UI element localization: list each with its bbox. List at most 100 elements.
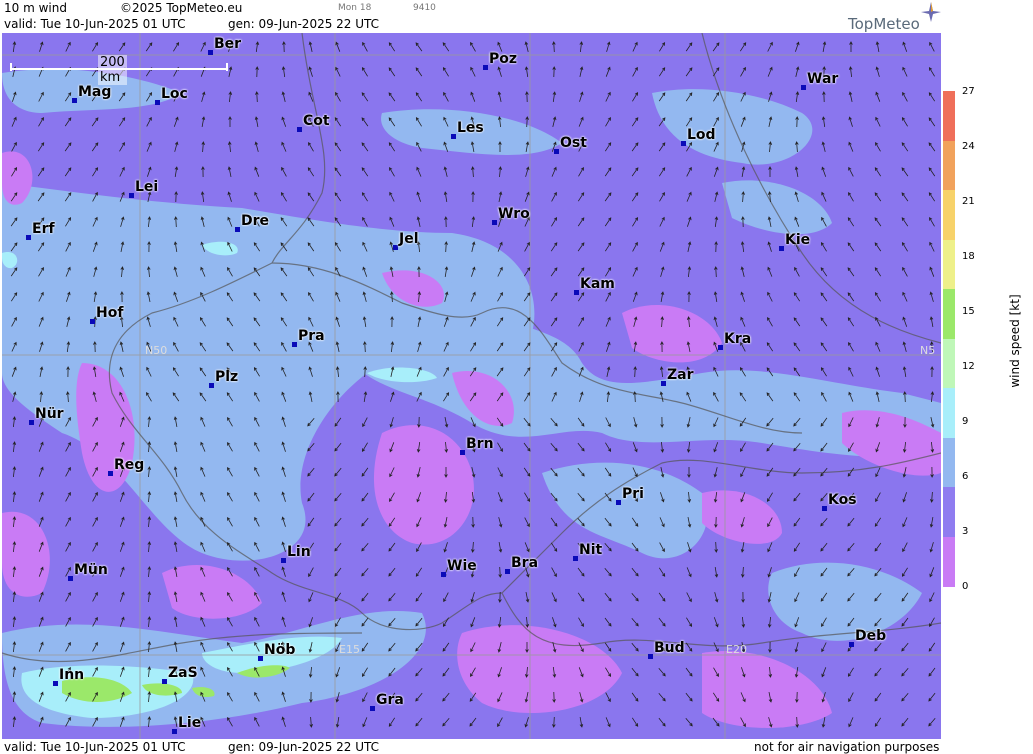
city-label: Bud: [654, 640, 685, 656]
city-label: Les: [457, 120, 484, 136]
city-label: Pri: [622, 486, 644, 502]
city-marker: [681, 141, 686, 146]
code-label: 9410: [413, 3, 436, 13]
city-marker: [370, 706, 375, 711]
city-label: Ost: [560, 135, 587, 151]
city-label: Bra: [511, 555, 539, 571]
city-marker: [208, 50, 213, 55]
city-marker: [26, 235, 31, 240]
city-marker: [460, 450, 465, 455]
grid-label-e15: E15: [339, 643, 360, 656]
city-label: Cot: [303, 113, 330, 129]
city-marker: [172, 729, 177, 734]
city-label: Deb: [855, 628, 887, 644]
city-label: Lie: [178, 715, 202, 731]
city-label: Gra: [376, 692, 404, 708]
city-label: Kos: [828, 492, 857, 508]
city-label: Reg: [114, 457, 145, 473]
scale-label: 200 km: [98, 55, 127, 85]
city-marker: [483, 65, 488, 70]
legend-tick-label: 18: [962, 251, 975, 262]
generation-time: gen: 09-Jun-2025 22 UTC: [228, 17, 380, 31]
city-label: Hof: [96, 305, 124, 321]
city-marker: [554, 149, 559, 154]
legend-tick-label: 0: [962, 581, 969, 592]
city-marker: [849, 642, 854, 647]
city-marker: [162, 679, 167, 684]
city-marker: [235, 227, 240, 232]
legend-tick-label: 15: [962, 306, 975, 317]
city-label: Mag: [78, 84, 112, 100]
copyright: ©2025 TopMeteo.eu: [120, 1, 243, 15]
city-marker: [209, 383, 214, 388]
grid-label-e20: E20: [726, 643, 747, 656]
city-marker: [616, 500, 621, 505]
city-marker: [779, 246, 784, 251]
city-label: Nit: [579, 542, 603, 558]
city-marker: [451, 134, 456, 139]
city-label: Wro: [498, 206, 530, 222]
legend-color-segment: [943, 388, 955, 438]
city-label: Ber: [214, 36, 242, 52]
city-label: Inn: [59, 667, 85, 683]
city-label: Kie: [785, 232, 811, 248]
city-marker: [29, 420, 34, 425]
city-marker: [441, 572, 446, 577]
city-label: Pra: [298, 328, 325, 344]
legend-tick-label: 9: [962, 416, 969, 427]
city-marker: [505, 569, 510, 574]
city-marker: [801, 85, 806, 90]
legend-tick-label: 6: [962, 471, 969, 482]
city-marker: [393, 245, 398, 250]
wind-map[interactable]: 200 km N50 N5 E15 E20 Ber Poz War Mag Loc Cot…: [2, 33, 941, 739]
city-label: Lod: [687, 127, 716, 143]
city-label: Brn: [466, 436, 494, 452]
city-label: Kam: [580, 276, 615, 292]
legend-color-segment: [943, 91, 955, 141]
city-label: Poz: [489, 51, 518, 67]
legend-color-segment: [943, 437, 955, 488]
valid-time: valid: Tue 10-Jun-2025 01 UTC: [4, 17, 186, 31]
city-marker: [661, 381, 666, 386]
city-marker: [72, 98, 77, 103]
city-marker: [492, 220, 497, 225]
city-marker: [822, 506, 827, 511]
city-marker: [129, 193, 134, 198]
wind-field: [2, 33, 941, 739]
city-marker: [90, 319, 95, 324]
city-marker: [108, 471, 113, 476]
legend-color-segment: [943, 338, 955, 389]
city-marker: [281, 558, 286, 563]
topmeteo-logo: TopMeteo: [848, 15, 920, 33]
city-marker: [292, 342, 297, 347]
legend-color-segment: [943, 190, 955, 240]
grid-label-n50-right: N5: [920, 344, 936, 357]
legend-tick-label: 12: [962, 361, 975, 372]
legend-color-segment: [943, 289, 955, 339]
city-marker: [258, 656, 263, 661]
compass-star-icon: [921, 2, 941, 22]
legend-title: wind speed [kt]: [1008, 294, 1022, 388]
legend-color-segment: [943, 239, 955, 290]
city-marker: [68, 576, 73, 581]
city-label: Mün: [74, 562, 108, 578]
legend-color-segment: [943, 140, 955, 191]
city-marker: [574, 290, 579, 295]
footer-generation-time: gen: 09-Jun-2025 22 UTC: [228, 740, 380, 754]
legend-color-segment: [943, 487, 955, 537]
legend-tick-label: 27: [962, 86, 975, 97]
city-label: Lin: [287, 544, 311, 560]
wind-speed-legend: [943, 91, 955, 587]
city-label: Zar: [667, 367, 694, 383]
city-label: Loc: [161, 86, 188, 102]
city-label: Erf: [32, 221, 55, 237]
city-label: Nöb: [264, 642, 296, 658]
city-label: Jel: [399, 231, 419, 247]
legend-tick-label: 24: [962, 141, 975, 152]
city-marker: [155, 100, 160, 105]
run-label: Mon 18: [338, 3, 372, 13]
city-label: War: [807, 71, 839, 87]
city-label: Nür: [35, 406, 64, 422]
city-marker: [53, 681, 58, 686]
city-label: ZaS: [168, 665, 198, 681]
